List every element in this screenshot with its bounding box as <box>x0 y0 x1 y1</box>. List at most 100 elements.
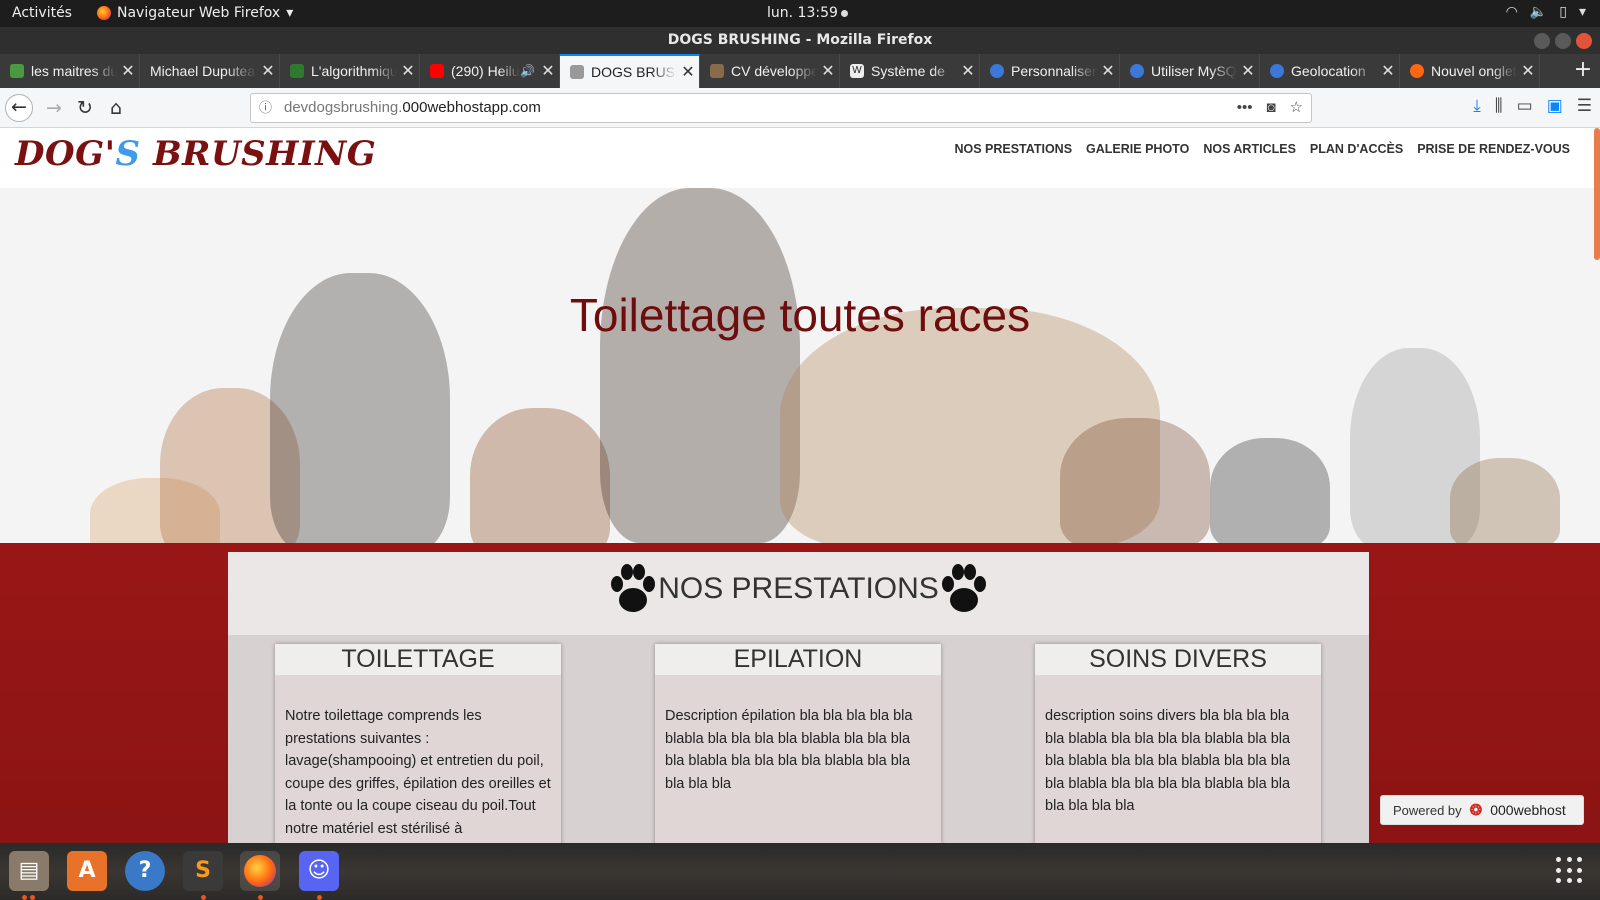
reload-button[interactable]: ↻ <box>71 94 99 122</box>
tab-favicon-icon <box>1270 64 1284 78</box>
maximize-button[interactable] <box>1555 33 1571 49</box>
powered-by-badge[interactable]: Powered by ❂ 000webhost <box>1380 795 1584 825</box>
info-icon[interactable]: ⓘ <box>259 94 272 122</box>
tab-favicon-icon <box>290 64 304 78</box>
nav-prestations[interactable]: NOS PRESTATIONS <box>954 142 1072 156</box>
firefox-icon <box>1410 64 1424 78</box>
services-title: NOS PRESTATIONS <box>658 572 939 605</box>
wikipedia-icon: W <box>850 64 864 78</box>
logo-text: DOG' <box>15 134 116 174</box>
bookmark-star-icon[interactable]: ☆ <box>1290 94 1303 122</box>
tab[interactable]: CV développeur✕ <box>700 54 840 88</box>
card-title: TOILETTAGE <box>275 644 561 675</box>
tab-active[interactable]: DOGS BRUSHING✕ <box>560 54 700 88</box>
tab-favicon-icon <box>990 64 1004 78</box>
software-center-icon[interactable]: A <box>67 851 107 891</box>
show-applications-icon[interactable] <box>1556 857 1584 885</box>
tab-title: Système de <box>871 63 945 79</box>
system-tray[interactable]: ◠ 🔈 ▯ ▾ <box>1506 4 1586 20</box>
close-icon[interactable]: ✕ <box>1097 61 1119 81</box>
dog-image <box>470 408 610 543</box>
forward-button[interactable]: → <box>40 94 68 122</box>
firefox-icon[interactable] <box>240 851 280 891</box>
close-icon[interactable]: ✕ <box>677 62 699 82</box>
library-icon[interactable]: ⫼ <box>1495 96 1503 116</box>
card-description: description soins divers bla bla bla bla… <box>1045 708 1291 814</box>
minimize-button[interactable] <box>1534 33 1550 49</box>
url-bar[interactable]: ⓘ devdogsbrushing.000webhostapp.com ••• … <box>250 93 1312 123</box>
more-actions-icon[interactable]: ••• <box>1237 94 1253 122</box>
download-icon[interactable]: ⤓ <box>1473 96 1481 116</box>
tab-title: Utiliser MySQL <box>1151 63 1237 79</box>
tab-title: Personnaliser <box>1011 63 1097 79</box>
tab-title: Michael Duputeau <box>150 63 257 79</box>
services-header: NOS PRESTATIONS <box>228 552 1369 635</box>
paw-icon <box>941 564 986 612</box>
tab-favicon-icon <box>710 64 724 78</box>
nav-articles[interactable]: NOS ARTICLES <box>1203 142 1296 156</box>
logo-s: S <box>115 134 141 174</box>
toolbar-buttons: ⤓ ⫼ ▭ ▣ ☰ <box>1473 96 1592 116</box>
close-icon[interactable]: ✕ <box>537 61 559 81</box>
page-scrollbar[interactable] <box>1594 128 1600 260</box>
tab[interactable]: les maitres du ✕ <box>0 54 140 88</box>
discord-icon[interactable]: ☺ <box>299 851 339 891</box>
tab-strip: les maitres du ✕ Michael Duputeau ✕ L'algo… <box>0 54 1600 88</box>
activities-button[interactable]: Activités <box>12 5 72 21</box>
app-menu[interactable]: Navigateur Web Firefox ▾ <box>97 5 293 21</box>
close-icon[interactable]: ✕ <box>1377 61 1399 81</box>
clock[interactable]: lun. 13:59 <box>767 5 848 21</box>
dog-image <box>1450 458 1560 543</box>
window-titlebar: DOGS BRUSHING - Mozilla Firefox <box>0 27 1600 54</box>
wifi-icon: ◠ <box>1505 4 1518 20</box>
close-icon[interactable]: ✕ <box>1237 61 1259 81</box>
close-icon[interactable]: ✕ <box>397 61 419 81</box>
hero-title: Toilettage toutes races <box>569 289 1031 341</box>
running-indicator <box>317 895 322 900</box>
sidebar-icon[interactable]: ▭ <box>1517 96 1533 116</box>
hamburger-menu-icon[interactable]: ☰ <box>1577 96 1592 116</box>
tab[interactable]: L'algorithmique ✕ <box>280 54 420 88</box>
url-text[interactable]: devdogsbrushing.000webhostapp.com <box>284 94 541 122</box>
close-icon[interactable]: ✕ <box>117 61 139 81</box>
back-button[interactable]: ← <box>5 94 33 122</box>
service-card-epilation: EPILATION Description épilation bla bla … <box>655 644 941 843</box>
home-button[interactable]: ⌂ <box>102 94 130 122</box>
tab[interactable]: Personnaliser ✕ <box>980 54 1120 88</box>
site-logo[interactable]: DOG'S BRUSHING <box>15 134 376 174</box>
battery-icon: ▯ <box>1559 4 1567 20</box>
nav-rendez-vous[interactable]: PRISE DE RENDEZ-VOUS <box>1417 142 1570 156</box>
files-icon[interactable]: ▤ <box>9 851 49 891</box>
tab-title: Geolocation <box>1291 63 1366 79</box>
new-tab-button[interactable]: + <box>1566 54 1600 88</box>
nav-plan[interactable]: PLAN D'ACCÈS <box>1310 142 1403 156</box>
webhost-logo-icon: ❂ <box>1469 802 1483 819</box>
card-title: SOINS DIVERS <box>1035 644 1321 675</box>
sublime-text-icon[interactable]: S <box>183 851 223 891</box>
help-icon[interactable]: ? <box>125 851 165 891</box>
close-icon[interactable]: ✕ <box>257 61 279 81</box>
pocket-icon[interactable]: ◙ <box>1266 94 1275 122</box>
close-icon[interactable]: ✕ <box>817 61 839 81</box>
tab-title: les maitres du <box>31 63 117 79</box>
close-window-button[interactable] <box>1576 33 1592 49</box>
chevron-down-icon: ▾ <box>1578 4 1586 20</box>
nav-galerie[interactable]: GALERIE PHOTO <box>1086 142 1189 156</box>
powered-brand: 000webhost <box>1490 802 1566 818</box>
tab[interactable]: Geolocation ✕ <box>1260 54 1400 88</box>
notification-dot-icon <box>840 9 848 17</box>
tab[interactable]: (290) Heilung🔊✕ <box>420 54 560 88</box>
tab[interactable]: Nouvel onglet ✕ <box>1400 54 1540 88</box>
site-nav: NOS PRESTATIONS GALERIE PHOTO NOS ARTICL… <box>954 142 1570 156</box>
sync-icon[interactable]: ▣ <box>1547 96 1563 116</box>
tab[interactable]: Michael Duputeau ✕ <box>140 54 280 88</box>
tab-favicon-icon <box>1130 64 1144 78</box>
card-title: EPILATION <box>655 644 941 675</box>
tab[interactable]: Utiliser MySQL ✕ <box>1120 54 1260 88</box>
running-indicator <box>22 895 27 900</box>
close-icon[interactable]: ✕ <box>957 61 979 81</box>
services-section: NOS PRESTATIONS TOILETTAGE Notre toilett… <box>228 552 1369 843</box>
speaker-icon[interactable]: 🔊 <box>520 64 535 78</box>
tab[interactable]: W Système de ✕ <box>840 54 980 88</box>
close-icon[interactable]: ✕ <box>1517 61 1539 81</box>
